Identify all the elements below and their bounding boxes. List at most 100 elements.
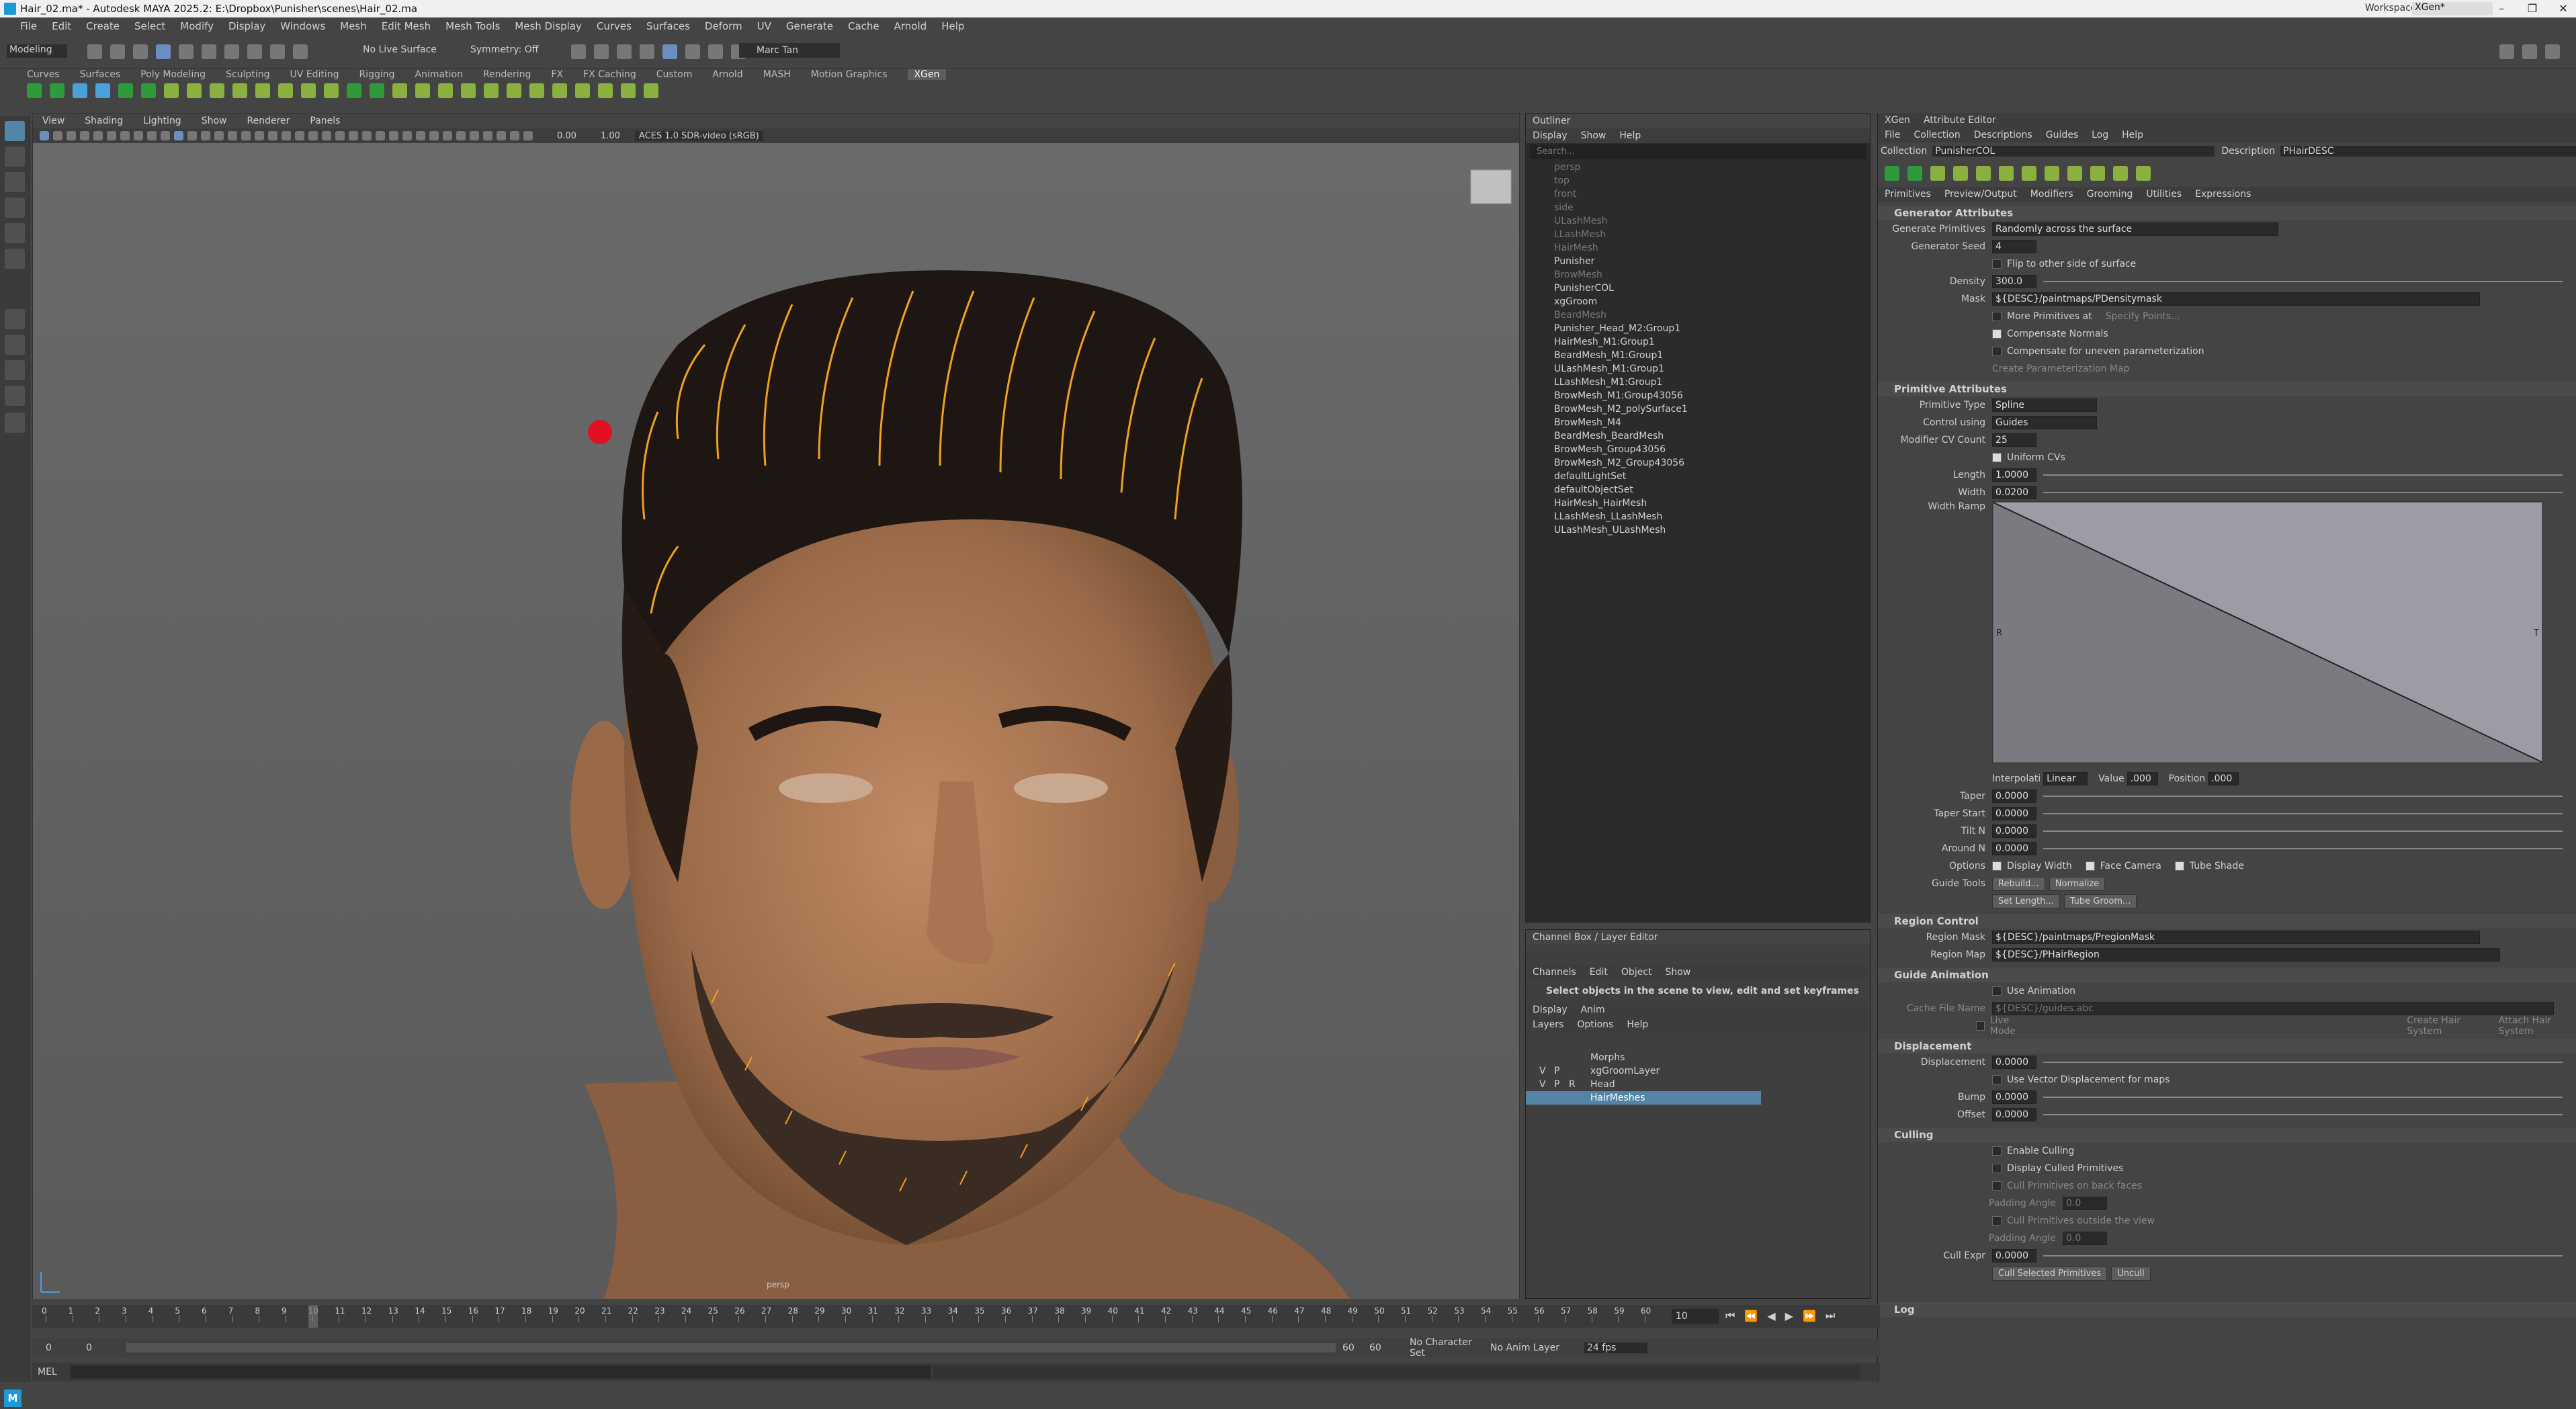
outliner-item[interactable]: side: [1526, 201, 1870, 214]
range-end-field[interactable]: 60: [1369, 1342, 1410, 1353]
layer-menu-options[interactable]: Options: [1577, 1019, 1613, 1030]
layer-menu-help[interactable]: Help: [1627, 1019, 1648, 1030]
search-icon[interactable]: [5, 413, 25, 433]
layer-row[interactable]: V P R Head: [1526, 1078, 1870, 1091]
outliner-item[interactable]: BrowMesh: [1526, 268, 1870, 282]
character-set-dropdown[interactable]: No Character Set: [1410, 1337, 1490, 1359]
layer-tab-display[interactable]: Display: [1533, 1005, 1568, 1015]
length-slider[interactable]: [2043, 474, 2563, 476]
outliner-item[interactable]: top: [1526, 174, 1870, 187]
channelbox-menu-channels[interactable]: Channels: [1533, 967, 1576, 978]
outliner-item[interactable]: ULashMesh_ULashMesh: [1526, 523, 1870, 537]
normalize-button[interactable]: Normalize: [2049, 876, 2106, 891]
offset-slider[interactable]: [2043, 1114, 2563, 1115]
width-ramp-graph[interactable]: R T: [1992, 501, 2543, 763]
bump-slider[interactable]: [2043, 1097, 2563, 1098]
length-field[interactable]: 1.0000: [1992, 468, 2036, 482]
xgen-subtab-primitives[interactable]: Primitives: [1885, 189, 1931, 200]
primitive-section[interactable]: Primitive Attributes: [1878, 382, 2576, 396]
outliner-item[interactable]: persp: [1526, 161, 1870, 174]
menu-mesh[interactable]: Mesh: [340, 20, 367, 32]
generate-primitives-dropdown[interactable]: Randomly across the surface: [1992, 222, 2278, 236]
log-section[interactable]: Log: [1878, 1302, 2576, 1317]
menu-create[interactable]: Create: [86, 20, 120, 32]
3d-canvas[interactable]: persp: [33, 143, 1519, 1299]
generator-section[interactable]: Generator Attributes: [1878, 206, 2576, 220]
xgen-tab-attribute-editor[interactable]: Attribute Editor: [1924, 115, 1996, 126]
xgen-menu-file[interactable]: File: [1885, 130, 1900, 140]
outliner-menu-show[interactable]: Show: [1581, 130, 1606, 141]
outliner-item[interactable]: LLashMesh_M1:Group1: [1526, 376, 1870, 389]
shelf-tab-fx[interactable]: FX: [551, 69, 563, 80]
layer-flag-p[interactable]: P: [1554, 1064, 1569, 1078]
shelf-tab-curves[interactable]: Curves: [27, 69, 60, 80]
primitive-type-dropdown[interactable]: Spline: [1992, 398, 2097, 412]
layout-single-icon[interactable]: [5, 309, 25, 329]
fps-dropdown[interactable]: 24 fps: [1584, 1342, 1647, 1353]
cull-outside-checkbox[interactable]: [1992, 1216, 2002, 1226]
cull-selected-button[interactable]: Cull Selected Primitives: [1992, 1266, 2108, 1281]
viewport-menu-renderer[interactable]: Renderer: [247, 116, 290, 126]
xgen-subtab-grooming[interactable]: Grooming: [2087, 189, 2133, 200]
density-field[interactable]: 300.0: [1992, 275, 2036, 288]
viewport-menu-lighting[interactable]: Lighting: [143, 116, 181, 126]
cache-file-field[interactable]: ${DESC}/guides.abc: [1992, 1002, 2554, 1015]
taper-slider[interactable]: [2043, 796, 2563, 797]
taper-field[interactable]: 0.0000: [1992, 789, 2036, 803]
menu-help[interactable]: Help: [941, 20, 964, 32]
mask-field[interactable]: ${DESC}/paintmaps/PDensitymask: [1992, 292, 2480, 306]
outliner-item[interactable]: BeardMesh_BeardMesh: [1526, 429, 1870, 443]
select-tool-icon[interactable]: [5, 121, 25, 141]
menu-modify[interactable]: Modify: [180, 20, 214, 32]
xgen-menu-guides[interactable]: Guides: [2046, 130, 2078, 140]
gamma-field[interactable]: 1.00: [601, 131, 620, 141]
shelf-tab-animation[interactable]: Animation: [415, 69, 463, 80]
menu-arnold[interactable]: Arnold: [894, 20, 927, 32]
outliner-item[interactable]: BrowMesh_M2_polySurface1: [1526, 402, 1870, 416]
around-slider[interactable]: [2043, 848, 2563, 849]
current-time-marker[interactable]: [308, 1305, 318, 1328]
cull-backface-checkbox[interactable]: [1992, 1181, 2002, 1191]
layer-flag-p[interactable]: P: [1554, 1078, 1569, 1091]
layout-split-icon[interactable]: [5, 386, 25, 406]
menu-edit-mesh[interactable]: Edit Mesh: [382, 20, 431, 32]
interp-dropdown[interactable]: Linear: [2043, 772, 2088, 785]
xgen-menu-log[interactable]: Log: [2092, 130, 2108, 140]
menu-select[interactable]: Select: [134, 20, 165, 32]
step-back-key-icon[interactable]: ⏪: [1744, 1310, 1758, 1322]
shelf-tab-motion-graphics[interactable]: Motion Graphics: [811, 69, 888, 80]
around-field[interactable]: 0.0000: [1992, 842, 2036, 855]
outliner-item[interactable]: BrowMesh_M2_Group43056: [1526, 456, 1870, 470]
outliner-item[interactable]: BeardMesh_M1:Group1: [1526, 349, 1870, 362]
shelf-tab-poly-modeling[interactable]: Poly Modeling: [140, 69, 206, 80]
xgen-menu-help[interactable]: Help: [2122, 130, 2143, 140]
outliner-item[interactable]: ULashMesh_M1:Group1: [1526, 362, 1870, 376]
tube-shade-checkbox[interactable]: [2174, 861, 2184, 871]
outliner-item[interactable]: front: [1526, 187, 1870, 201]
tilt-field[interactable]: 0.0000: [1992, 824, 2036, 838]
exposure-field[interactable]: 0.00: [557, 131, 576, 141]
seed-field[interactable]: 4: [1992, 240, 2036, 253]
modifier-cv-field[interactable]: 25: [1992, 433, 2036, 447]
bump-field[interactable]: 0.0000: [1992, 1091, 2036, 1104]
viewport-menu-view[interactable]: View: [42, 116, 65, 126]
layer-flag-v[interactable]: V: [1539, 1064, 1554, 1078]
symmetry-label[interactable]: Symmetry: Off: [470, 44, 538, 55]
uniform-cvs-checkbox[interactable]: [1992, 453, 2002, 462]
set-length-button[interactable]: Set Length...: [1992, 894, 2060, 908]
outliner-item[interactable]: HairMesh_HairMesh: [1526, 497, 1870, 510]
menu-edit[interactable]: Edit: [52, 20, 71, 32]
menu-mesh-display[interactable]: Mesh Display: [515, 20, 582, 32]
layout-four-icon[interactable]: [5, 335, 25, 355]
move-tool-icon[interactable]: [5, 198, 25, 218]
taper-start-field[interactable]: 0.0000: [1992, 807, 2036, 820]
enable-culling-checkbox[interactable]: [1992, 1146, 2002, 1156]
xgen-subtab-utilities[interactable]: Utilities: [2146, 189, 2182, 200]
xgen-tab-xgen[interactable]: XGen: [1885, 115, 1910, 126]
outliner-item[interactable]: LLashMesh: [1526, 228, 1870, 241]
outliner-item[interactable]: defaultLightSet: [1526, 470, 1870, 483]
menu-display[interactable]: Display: [228, 20, 265, 32]
outliner-menu-help[interactable]: Help: [1619, 130, 1641, 141]
description-dropdown[interactable]: PHairDESC: [2280, 146, 2576, 157]
xgen-subtab-preview-output[interactable]: Preview/Output: [1944, 189, 2017, 200]
